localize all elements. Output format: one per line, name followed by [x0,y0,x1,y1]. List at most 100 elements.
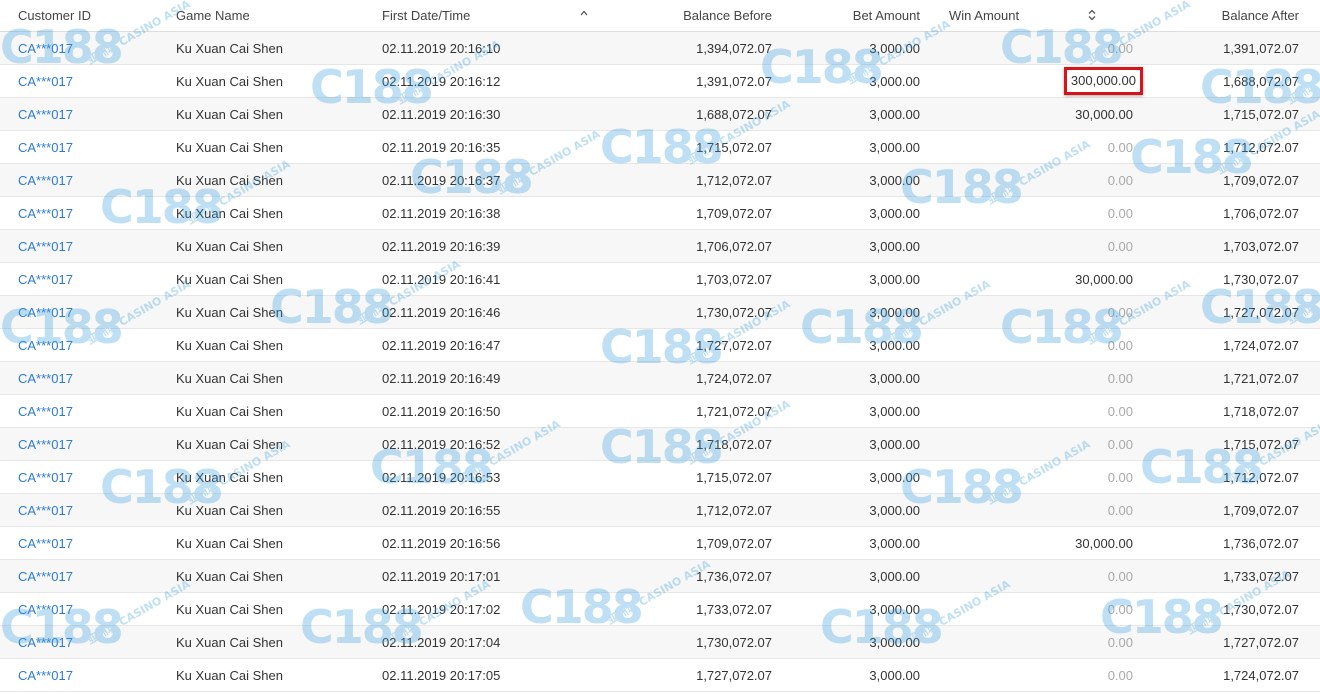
customer-id-cell[interactable]: CA***017 [0,97,176,131]
customer-id-cell[interactable]: CA***017 [0,31,176,65]
customer-id-link[interactable]: CA***017 [18,371,73,386]
header-balance-after[interactable]: Balance After [1133,0,1320,32]
game-name-cell-value: Ku Xuan Cai Shen [176,73,283,89]
customer-id-cell[interactable]: CA***017 [0,625,176,659]
customer-id-cell[interactable]: CA***017 [0,658,176,692]
sort-ascending-icon[interactable] [580,9,588,17]
balance-before-cell: 1,718,072.07 [592,427,772,461]
customer-id-link[interactable]: CA***017 [18,140,73,155]
customer-id-link[interactable]: CA***017 [18,173,73,188]
customer-id-link[interactable]: CA***017 [18,206,73,221]
customer-id-cell[interactable]: CA***017 [0,361,176,395]
balance-before-cell: 1,715,072.07 [592,130,772,164]
win-amount-cell: 0.00 [920,196,1133,230]
customer-id-cell[interactable]: CA***017 [0,328,176,362]
customer-id-link[interactable]: CA***017 [18,602,73,617]
win-amount-cell-value: 0.00 [1107,238,1133,254]
customer-id-cell[interactable]: CA***017 [0,196,176,230]
balance-before-cell: 1,703,072.07 [592,262,772,296]
customer-id-link[interactable]: CA***017 [18,41,73,56]
date-time-cell: 02.11.2019 20:16:37 [382,163,592,197]
table-row: CA***017 Ku Xuan Cai Shen 02.11.2019 20:16… [0,130,1320,164]
balance-after-cell: 1,721,072.07 [1133,361,1320,395]
game-name-cell: Ku Xuan Cai Shen [176,229,382,263]
customer-id-link[interactable]: CA***017 [18,503,73,518]
balance-before-cell-value: 1,709,072.07 [696,205,772,221]
win-amount-cell-value: 0.00 [1107,634,1133,650]
header-balance-before[interactable]: Balance Before [592,0,772,32]
customer-id-cell[interactable]: CA***017 [0,229,176,263]
customer-id-link[interactable]: CA***017 [18,536,73,551]
customer-id-link[interactable]: CA***017 [18,107,73,122]
date-time-cell: 02.11.2019 20:17:05 [382,658,592,692]
bet-amount-cell-value: 3,000.00 [869,634,920,650]
balance-after-cell: 1,715,072.07 [1133,427,1320,461]
date-time-cell-value: 02.11.2019 20:17:02 [382,601,501,617]
customer-id-link[interactable]: CA***017 [18,404,73,419]
game-name-cell: Ku Xuan Cai Shen [176,658,382,692]
table-row: CA***017 Ku Xuan Cai Shen 02.11.2019 20:16… [0,229,1320,263]
balance-before-cell: 1,709,072.07 [592,526,772,560]
bet-amount-cell: 3,000.00 [772,658,920,692]
date-time-cell-value: 02.11.2019 20:16:50 [382,403,501,419]
date-time-cell-value: 02.11.2019 20:16:53 [382,469,501,485]
customer-id-cell[interactable]: CA***017 [0,394,176,428]
customer-id-cell[interactable]: CA***017 [0,559,176,593]
customer-id-cell[interactable]: CA***017 [0,163,176,197]
customer-id-link[interactable]: CA***017 [18,668,73,683]
balance-after-cell-value: 1,733,072.07 [1223,568,1299,584]
table-row: CA***017 Ku Xuan Cai Shen 02.11.2019 20:17… [0,592,1320,626]
sort-toggle-icon[interactable] [1087,7,1097,23]
customer-id-link[interactable]: CA***017 [18,272,73,287]
game-name-cell-value: Ku Xuan Cai Shen [176,370,283,386]
customer-id-cell[interactable]: CA***017 [0,130,176,164]
customer-id-cell[interactable]: CA***017 [0,493,176,527]
customer-id-cell[interactable]: CA***017 [0,295,176,329]
table-row: CA***017 Ku Xuan Cai Shen 02.11.2019 20:16… [0,526,1320,560]
win-amount-cell: 0.00 [920,295,1133,329]
game-name-cell-value: Ku Xuan Cai Shen [176,436,283,452]
table-row: CA***017 Ku Xuan Cai Shen 02.11.2019 20:16… [0,31,1320,65]
game-name-cell-value: Ku Xuan Cai Shen [176,106,283,122]
header-first-date-time[interactable]: First Date/Time [382,0,592,32]
customer-id-link[interactable]: CA***017 [18,74,73,89]
bet-history-table: Customer ID Game Name First Date/Time Ba… [0,0,1320,692]
table-row: CA***017 Ku Xuan Cai Shen 02.11.2019 20:17… [0,559,1320,593]
customer-id-cell[interactable]: CA***017 [0,592,176,626]
date-time-cell: 02.11.2019 20:16:39 [382,229,592,263]
balance-before-cell: 1,715,072.07 [592,460,772,494]
customer-id-link[interactable]: CA***017 [18,635,73,650]
customer-id-link[interactable]: CA***017 [18,569,73,584]
bet-amount-cell-value: 3,000.00 [869,667,920,683]
header-win-amount[interactable]: Win Amount [920,0,1133,32]
header-customer-id[interactable]: Customer ID [0,0,176,32]
game-name-cell-value: Ku Xuan Cai Shen [176,535,283,551]
header-bet-amount[interactable]: Bet Amount [772,0,920,32]
customer-id-link[interactable]: CA***017 [18,470,73,485]
win-amount-cell-value: 0.00 [1107,436,1133,452]
win-amount-cell-value: 0.00 [1107,172,1133,188]
balance-after-cell-value: 1,706,072.07 [1223,205,1299,221]
customer-id-cell[interactable]: CA***017 [0,427,176,461]
balance-after-cell-value: 1,709,072.07 [1223,172,1299,188]
customer-id-cell[interactable]: CA***017 [0,262,176,296]
customer-id-cell[interactable]: CA***017 [0,526,176,560]
date-time-cell-value: 02.11.2019 20:16:47 [382,337,501,353]
date-time-cell-value: 02.11.2019 20:16:39 [382,238,501,254]
date-time-cell: 02.11.2019 20:17:01 [382,559,592,593]
win-amount-cell: 0.00 [920,130,1133,164]
header-game-name[interactable]: Game Name [176,0,382,32]
customer-id-cell[interactable]: CA***017 [0,64,176,98]
customer-id-link[interactable]: CA***017 [18,338,73,353]
table-row: CA***017 Ku Xuan Cai Shen 02.11.2019 20:16… [0,163,1320,197]
date-time-cell: 02.11.2019 20:16:56 [382,526,592,560]
customer-id-link[interactable]: CA***017 [18,239,73,254]
customer-id-link[interactable]: CA***017 [18,437,73,452]
win-amount-cell: 0.00 [920,31,1133,65]
balance-before-cell-value: 1,391,072.07 [696,73,772,89]
balance-before-cell: 1,706,072.07 [592,229,772,263]
customer-id-link[interactable]: CA***017 [18,305,73,320]
customer-id-cell[interactable]: CA***017 [0,460,176,494]
table-row: CA***017 Ku Xuan Cai Shen 02.11.2019 20:17… [0,625,1320,659]
balance-after-cell: 1,715,072.07 [1133,97,1320,131]
